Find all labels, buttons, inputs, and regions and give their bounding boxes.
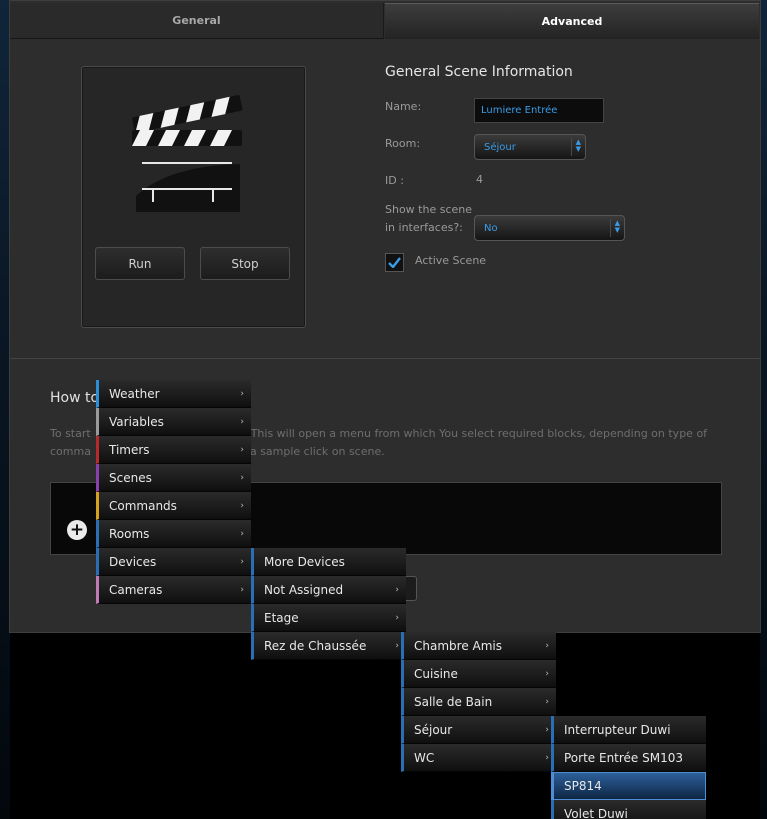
menu-item-label: Cameras: [109, 582, 163, 597]
chevron-right-icon: ›: [240, 417, 244, 427]
show-select-value: No: [484, 222, 498, 234]
menu-item-label: Porte Entrée SM103: [564, 750, 684, 765]
menu-item-label: Devices: [109, 554, 157, 569]
chevron-right-icon: ›: [545, 641, 549, 651]
menu-item-wc[interactable]: WC ›: [401, 744, 556, 772]
menu-item-not-assigned[interactable]: Not Assigned ›: [251, 576, 406, 604]
chevron-right-icon: ›: [240, 585, 244, 595]
howto-title: How to: [50, 390, 100, 406]
active-scene-checkbox[interactable]: [385, 253, 404, 272]
tab-general[interactable]: General: [10, 3, 384, 39]
chevron-right-icon: ›: [395, 585, 399, 595]
menu-item-devices[interactable]: Devices ›: [96, 548, 251, 576]
menu-item-label: Salle de Bain: [414, 694, 493, 709]
menu-item-label: Séjour: [414, 722, 453, 737]
active-scene-label: Active Scene: [415, 254, 487, 267]
menu-item-label: Cuisine: [414, 666, 458, 681]
menu-item-interrupteur-duwi[interactable]: Interrupteur Duwi: [551, 716, 706, 744]
chevron-right-icon: ›: [240, 445, 244, 455]
menu-item-label: Volet Duwi: [564, 806, 628, 819]
menu-item-timers[interactable]: Timers ›: [96, 436, 251, 464]
desc-line2-end: a sample click on scene.: [249, 445, 385, 458]
name-field[interactable]: Lumiere Entrée: [474, 98, 604, 123]
chevron-updown-icon: ▲ ▼: [575, 138, 581, 153]
run-button[interactable]: Run: [95, 247, 185, 280]
add-block-icon[interactable]: +: [67, 520, 87, 540]
chevron-right-icon: ›: [395, 641, 399, 651]
menu-item-label: Etage: [264, 610, 299, 625]
menu-item-label: Weather: [109, 386, 160, 401]
menu-item-sp814[interactable]: SP814: [551, 772, 706, 800]
section-divider: [10, 358, 760, 359]
chevron-right-icon: ›: [240, 529, 244, 539]
chevron-right-icon: ›: [545, 697, 549, 707]
menu-item-cameras[interactable]: Cameras ›: [96, 576, 251, 604]
show-label-line2: in interfaces?:: [385, 221, 463, 234]
chevron-right-icon: ›: [545, 753, 549, 763]
show-in-interfaces-select[interactable]: No ▲ ▼: [474, 215, 625, 241]
id-label: ID :: [385, 174, 404, 187]
name-label: Name:: [385, 100, 422, 113]
menu-item-salle-de-bain[interactable]: Salle de Bain ›: [401, 688, 556, 716]
menu-item-label: Rooms: [109, 526, 150, 541]
chevron-right-icon: ›: [240, 557, 244, 567]
menu-item-etage[interactable]: Etage ›: [251, 604, 406, 632]
select-separator: [610, 219, 611, 237]
menu-item-label: WC: [414, 750, 435, 765]
room-select-value: Séjour: [484, 141, 516, 153]
menu-item-label: SP814: [564, 779, 602, 793]
menu-item-label: Chambre Amis: [414, 638, 502, 653]
menu-item-label: Commands: [109, 498, 177, 513]
chevron-right-icon: ›: [395, 613, 399, 623]
menu-item-label: Not Assigned: [264, 582, 344, 597]
clapperboard-icon: [132, 95, 243, 212]
select-separator: [571, 138, 572, 156]
desc-line2-start: comma: [50, 445, 91, 458]
menu-item-weather[interactable]: Weather ›: [96, 380, 251, 408]
chevron-right-icon: ›: [545, 725, 549, 735]
menu-item-porte-entree-sm103[interactable]: Porte Entrée SM103: [551, 744, 706, 772]
menu-item-rez-de-chaussee[interactable]: Rez de Chaussée ›: [251, 632, 406, 660]
menu-item-sejour[interactable]: Séjour ›: [401, 716, 556, 744]
chevron-right-icon: ›: [240, 501, 244, 511]
desc-line1-end: . This will open a menu from which You s…: [243, 427, 708, 440]
menu-item-more-devices[interactable]: More Devices: [251, 548, 406, 576]
room-select[interactable]: Séjour ▲ ▼: [474, 134, 586, 160]
menu-item-scenes[interactable]: Scenes ›: [96, 464, 251, 492]
section-title: General Scene Information: [385, 64, 573, 80]
menu-item-volet-duwi[interactable]: Volet Duwi: [551, 800, 706, 819]
menu-item-label: Scenes: [109, 470, 152, 485]
room-label: Room:: [385, 137, 421, 150]
menu-item-label: Timers: [109, 442, 150, 457]
background-right: [760, 0, 767, 819]
show-in-interfaces-label: Show the scene in interfaces?:: [385, 201, 472, 237]
stop-button[interactable]: Stop: [200, 247, 290, 280]
chevron-updown-icon: ▲ ▼: [614, 219, 620, 234]
menu-item-commands[interactable]: Commands ›: [96, 492, 251, 520]
menu-item-chambre-amis[interactable]: Chambre Amis ›: [401, 632, 556, 660]
id-value: 4: [476, 173, 483, 186]
checkmark-icon: [388, 257, 401, 268]
menu-item-cuisine[interactable]: Cuisine ›: [401, 660, 556, 688]
chevron-right-icon: ›: [240, 389, 244, 399]
menu-item-label: More Devices: [264, 554, 345, 569]
menu-item-rooms[interactable]: Rooms ›: [96, 520, 251, 548]
chevron-right-icon: ›: [545, 669, 549, 679]
show-label-line1: Show the scene: [385, 203, 473, 216]
menu-item-label: Interrupteur Duwi: [564, 722, 671, 737]
menu-item-label: Variables: [109, 414, 164, 429]
chevron-right-icon: ›: [240, 473, 244, 483]
menu-item-variables[interactable]: Variables ›: [96, 408, 251, 436]
tab-advanced[interactable]: Advanced: [385, 3, 759, 39]
desc-line1-start: To start: [50, 427, 91, 440]
menu-item-label: Rez de Chaussée: [264, 638, 367, 653]
